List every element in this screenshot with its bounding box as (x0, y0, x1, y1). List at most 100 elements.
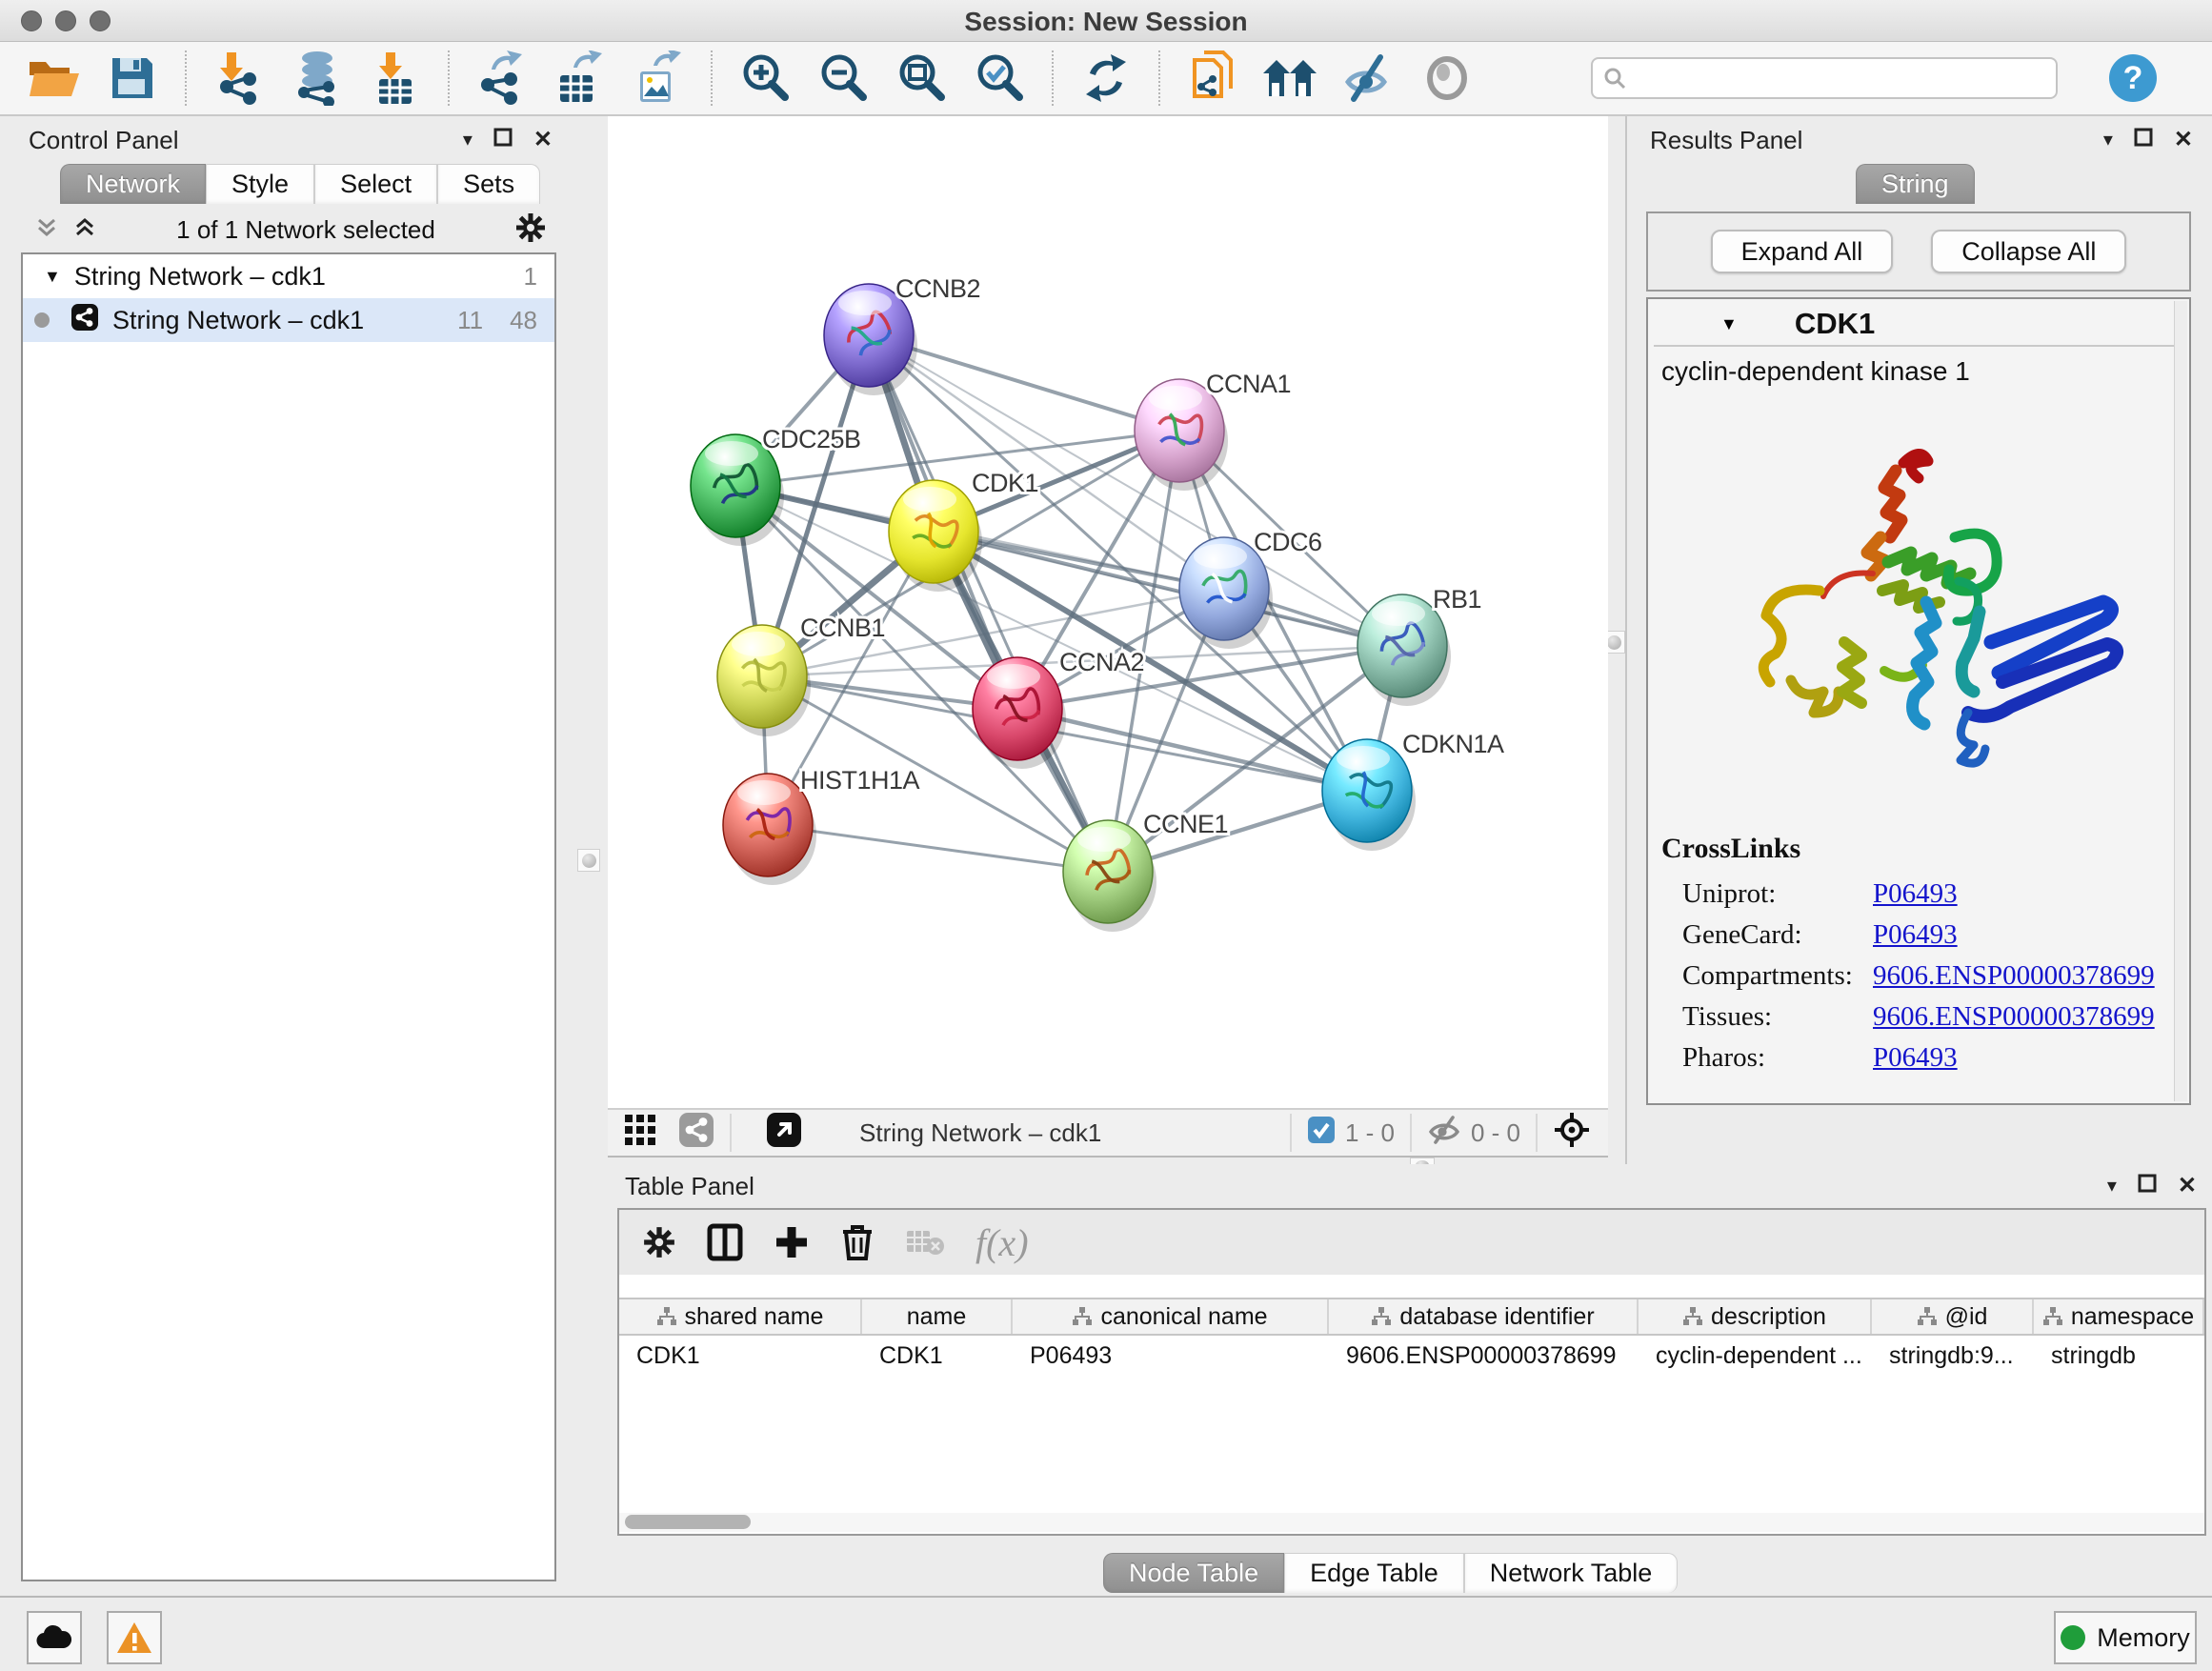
network-node-ccnb1[interactable]: CCNB1 (717, 614, 885, 736)
hidden-eye-icon[interactable] (1427, 1116, 1461, 1151)
panel-close-icon[interactable]: ✕ (2174, 126, 2193, 153)
table-cell[interactable]: stringdb (2034, 1338, 2204, 1374)
column-header-namespace[interactable]: namespace (2034, 1299, 2204, 1334)
panel-collapse-icon[interactable]: ▾ (2107, 1174, 2117, 1198)
table-cell[interactable]: stringdb:9... (1872, 1338, 2034, 1374)
column-header-canonical-name[interactable]: canonical name (1013, 1299, 1329, 1334)
table-gear-icon[interactable] (642, 1225, 676, 1259)
genecard-link[interactable]: P06493 (1873, 919, 1958, 951)
expand-all-button[interactable]: Expand All (1711, 230, 1894, 273)
tree-expand-icon[interactable]: ▼ (44, 267, 61, 287)
hide-selected-icon[interactable] (1339, 49, 1398, 108)
tab-sets[interactable]: Sets (437, 164, 540, 204)
tab-network[interactable]: Network (60, 164, 206, 204)
zoom-fit-icon[interactable] (892, 49, 951, 108)
warnings-button[interactable] (107, 1611, 162, 1664)
clone-network-icon[interactable] (1183, 49, 1242, 108)
panel-float-icon[interactable] (2134, 127, 2153, 153)
zoom-in-icon[interactable] (735, 49, 794, 108)
tab-style[interactable]: Style (206, 164, 314, 204)
network-node-ccna1[interactable]: CCNA1 (1135, 370, 1291, 491)
open-session-icon[interactable] (25, 49, 84, 108)
network-row[interactable]: String Network – cdk1 11 48 (23, 298, 554, 342)
table-cell[interactable]: CDK1 (619, 1338, 862, 1374)
refresh-layout-icon[interactable] (1076, 49, 1136, 108)
tissues-link[interactable]: 9606.ENSP00000378699 (1873, 1001, 2155, 1033)
selected-checkbox-icon[interactable] (1307, 1116, 1336, 1151)
compartments-link[interactable]: 9606.ENSP00000378699 (1873, 960, 2155, 992)
zoom-out-icon[interactable] (814, 49, 873, 108)
zoom-selected-icon[interactable] (970, 49, 1029, 108)
help-icon[interactable]: ? (2103, 49, 2162, 108)
network-node-ccnb2[interactable]: CCNB2 (824, 274, 980, 395)
network-collection-row[interactable]: ▼ String Network – cdk1 1 (23, 254, 554, 298)
network-share-icon[interactable] (678, 1112, 714, 1155)
network-node-ccne1[interactable]: CCNE1 (1063, 810, 1228, 932)
scrollbar-thumb[interactable] (625, 1515, 751, 1529)
table-cell[interactable]: CDK1 (862, 1338, 1013, 1374)
open-in-browser-icon[interactable] (766, 1112, 802, 1155)
network-node-cdkn1a[interactable]: CDKN1A (1322, 730, 1504, 851)
network-canvas[interactable]: CCNB2CCNA1CDC25BCDK1CDC6RB1CCNB1CCNA2CDK… (608, 116, 1608, 1108)
fit-content-crosshair-icon[interactable] (1553, 1111, 1591, 1156)
network-edge[interactable] (768, 825, 1108, 872)
uniprot-link[interactable]: P06493 (1873, 878, 1958, 910)
node-label-cdc6: CDC6 (1254, 528, 1322, 556)
tab-network-table[interactable]: Network Table (1464, 1553, 1679, 1593)
delete-column-icon[interactable] (840, 1222, 875, 1262)
network-node-ccna2[interactable]: CCNA2 (973, 648, 1144, 769)
show-all-icon[interactable] (1418, 49, 1477, 108)
import-table-icon[interactable] (366, 49, 425, 108)
import-database-icon[interactable] (288, 49, 347, 108)
save-session-icon[interactable] (103, 49, 162, 108)
search-field[interactable] (1627, 65, 2027, 91)
show-columns-icon[interactable] (707, 1223, 743, 1261)
node-entry-header[interactable]: ▼ CDK1 (1654, 303, 2176, 347)
add-column-icon[interactable] (774, 1223, 810, 1261)
column-header-description[interactable]: description (1639, 1299, 1872, 1334)
column-header-name[interactable]: name (862, 1299, 1013, 1334)
memory-button[interactable]: Memory (2054, 1611, 2197, 1664)
entry-collapse-icon[interactable]: ▼ (1720, 314, 1738, 334)
network-edge[interactable] (1017, 709, 1367, 791)
cloud-status-button[interactable] (27, 1611, 82, 1664)
export-network-icon[interactable] (473, 49, 532, 108)
column-header-shared-name[interactable]: shared name (619, 1299, 862, 1334)
export-image-icon[interactable] (629, 49, 688, 108)
network-node-cdk1[interactable]: CDK1 (889, 469, 1038, 592)
panel-collapse-icon[interactable]: ▾ (463, 128, 473, 151)
column-header--id[interactable]: @id (1872, 1299, 2034, 1334)
collapse-all-button[interactable]: Collapse All (1931, 230, 2126, 273)
export-table-icon[interactable] (551, 49, 610, 108)
column-header-database-identifier[interactable]: database identifier (1329, 1299, 1639, 1334)
tab-string[interactable]: String (1856, 164, 1975, 204)
expand-all-networks-icon[interactable] (72, 215, 97, 245)
left-splitter-handle[interactable] (577, 849, 600, 872)
panel-float-icon[interactable] (2138, 1173, 2157, 1199)
table-cell[interactable]: cyclin-dependent ... (1639, 1338, 1872, 1374)
network-options-gear-icon[interactable] (514, 211, 547, 249)
network-node-rb1[interactable]: RB1 (1357, 585, 1481, 706)
panel-close-icon[interactable]: ✕ (533, 126, 553, 153)
table-cell[interactable]: 9606.ENSP00000378699 (1329, 1338, 1639, 1374)
pharos-link[interactable]: P06493 (1873, 1042, 1958, 1074)
network-graph[interactable]: CCNB2CCNA1CDC25BCDK1CDC6RB1CCNB1CCNA2CDK… (608, 116, 1608, 1108)
panel-collapse-icon[interactable]: ▾ (2103, 128, 2113, 151)
tab-select[interactable]: Select (314, 164, 437, 204)
panel-float-icon[interactable] (493, 127, 513, 153)
import-network-icon[interactable] (210, 49, 269, 108)
network-node-hist1h1a[interactable]: HIST1H1A (723, 766, 920, 885)
table-horizontal-scrollbar[interactable] (619, 1513, 2204, 1532)
table-cell[interactable]: P06493 (1013, 1338, 1329, 1374)
search-input[interactable] (1591, 57, 2058, 99)
panel-close-icon[interactable]: ✕ (2178, 1172, 2197, 1199)
tab-edge-table[interactable]: Edge Table (1284, 1553, 1464, 1593)
tab-node-table[interactable]: Node Table (1103, 1553, 1284, 1593)
network-node-cdc6[interactable]: CDC6 (1179, 528, 1322, 649)
network-list: ▼ String Network – cdk1 1 String Network… (21, 252, 556, 1581)
home-pages-icon[interactable] (1261, 49, 1320, 108)
results-vertical-scrollbar[interactable] (2174, 301, 2187, 1101)
birds-eye-view-icon[interactable] (623, 1113, 657, 1154)
table-row[interactable]: CDK1CDK1P064939606.ENSP00000378699cyclin… (619, 1338, 2204, 1374)
collapse-all-networks-icon[interactable] (34, 215, 59, 245)
